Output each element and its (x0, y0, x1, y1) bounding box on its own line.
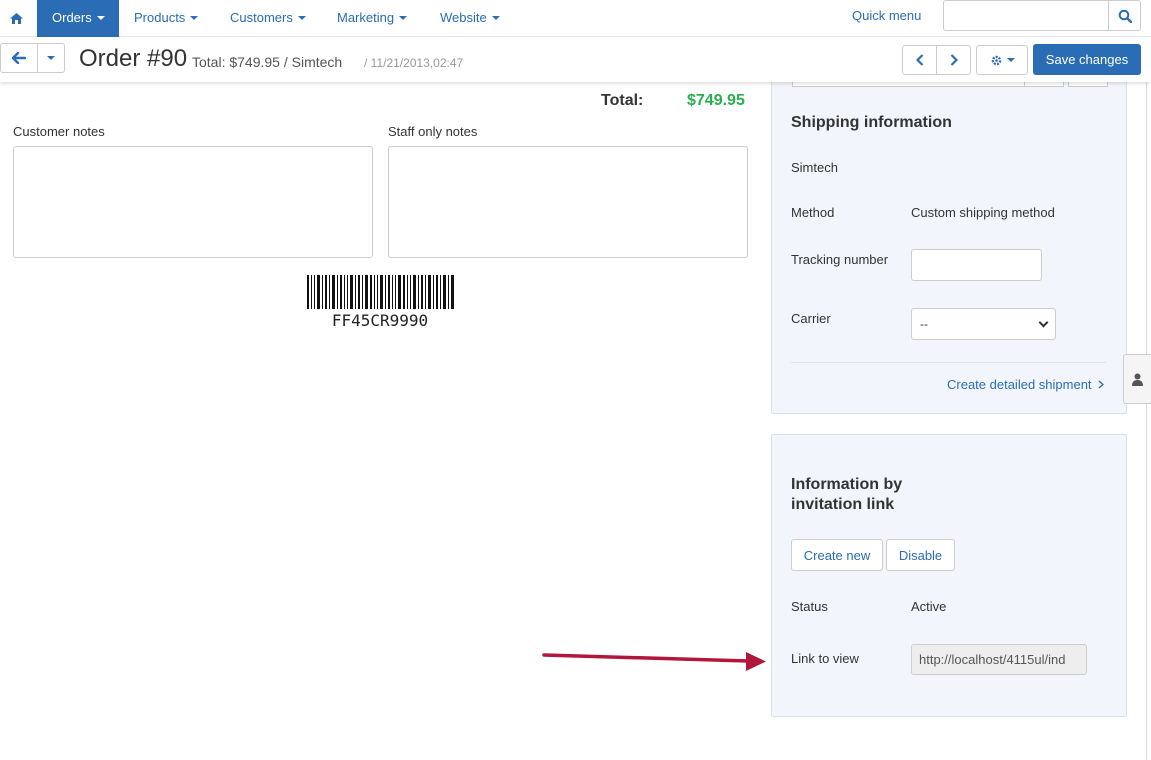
method-label: Method (791, 205, 835, 220)
method-value: Custom shipping method (911, 205, 1055, 220)
barcode-image (307, 275, 454, 309)
next-order-button[interactable] (936, 45, 971, 75)
previous-order-button[interactable] (902, 45, 937, 75)
top-navigation: Orders Products Customers Marketing Webs… (0, 0, 1151, 37)
home-button[interactable] (0, 0, 32, 37)
order-header: Order #90 Total: $749.95 / Simtech / 11/… (0, 38, 1151, 82)
link-to-view-field[interactable]: http://localhost/4115ul/ind (911, 644, 1087, 675)
order-date: / 11/21/2013,02:47 (364, 56, 464, 70)
nav-customers[interactable]: Customers (215, 0, 321, 37)
customer-notes-label: Customer notes (13, 124, 105, 139)
order-summary: Total: $749.95 / Simtech (192, 54, 343, 70)
disable-button[interactable]: Disable (886, 539, 955, 571)
staff-notes-label: Staff only notes (388, 124, 478, 139)
search-input[interactable] (943, 0, 1109, 31)
back-button[interactable] (0, 43, 38, 73)
arrow-left-icon (12, 52, 26, 64)
save-changes-button[interactable]: Save changes (1033, 44, 1141, 75)
customer-notes-textarea[interactable] (13, 146, 373, 258)
total-label: Total: (601, 92, 644, 109)
create-new-button[interactable]: Create new (791, 539, 883, 571)
back-dropdown-button[interactable] (37, 43, 65, 73)
quick-menu-link[interactable]: Quick menu (852, 8, 921, 23)
nav-products[interactable]: Products (119, 0, 213, 37)
carrier-select[interactable]: -- (911, 308, 1056, 340)
chevron-down-icon (47, 56, 55, 60)
chevron-down-icon (96, 16, 105, 20)
chevron-down-icon (297, 16, 306, 20)
chevron-down-icon (399, 16, 408, 20)
search-button[interactable] (1108, 0, 1141, 31)
barcode-text: FF45CR9990 (331, 311, 429, 330)
carrier-selected-value: -- (920, 317, 928, 331)
gear-icon (991, 55, 1001, 65)
chevron-right-icon (950, 54, 958, 66)
user-icon (1132, 373, 1143, 386)
tracking-number-input[interactable] (911, 249, 1042, 281)
link-to-view-label: Link to view (791, 651, 859, 666)
status-label: Status (791, 599, 828, 614)
chevron-down-icon (1038, 317, 1049, 327)
staff-notes-textarea[interactable] (388, 146, 748, 258)
page-title: Order #90 (79, 45, 188, 72)
divider (791, 362, 1106, 363)
chevron-right-icon (1098, 380, 1105, 389)
chevron-down-icon (491, 16, 500, 20)
home-icon (9, 13, 23, 24)
nav-orders[interactable]: Orders (37, 0, 119, 37)
shipping-info-title: Shipping information (791, 114, 952, 131)
invitation-title: Information by invitation link (791, 476, 903, 513)
customer-sidebar-toggle[interactable] (1123, 354, 1151, 404)
search-icon (1118, 9, 1132, 23)
settings-dropdown-button[interactable] (976, 45, 1028, 75)
nav-website[interactable]: Website (425, 0, 515, 37)
carrier-label: Carrier (791, 311, 831, 326)
nav-marketing[interactable]: Marketing (322, 0, 422, 37)
chevron-down-icon (190, 16, 199, 20)
chevron-left-icon (915, 54, 923, 66)
shipping-company: Simtech (791, 160, 838, 175)
annotation-arrow-icon (542, 652, 766, 671)
total-value: $749.95 (687, 92, 745, 109)
tracking-number-label: Tracking number (791, 252, 889, 267)
chevron-down-icon (1006, 58, 1015, 62)
create-shipment-link[interactable]: Create detailed shipment (947, 377, 1105, 392)
status-value: Active (911, 599, 947, 614)
